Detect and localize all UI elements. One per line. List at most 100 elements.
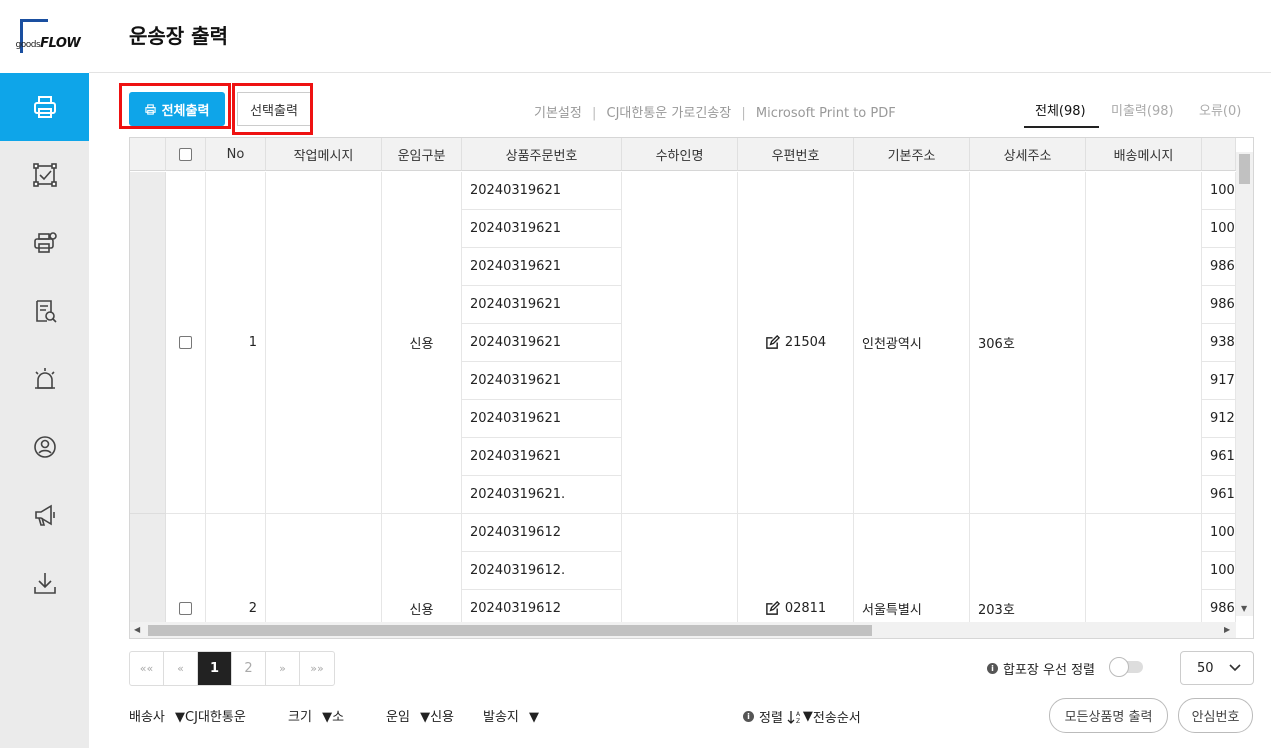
nav-alert[interactable] <box>0 345 89 413</box>
trailing-cell: 938 <box>1202 324 1236 362</box>
order-number-cell[interactable]: 20240319612. <box>462 552 622 590</box>
settings-default[interactable]: 기본설정 <box>534 106 582 121</box>
logo-mark: goodsFLOW <box>14 15 81 59</box>
download-icon <box>33 573 56 594</box>
bundle-priority-toggle[interactable] <box>1109 657 1145 677</box>
safe-number-button[interactable]: 안심번호 <box>1178 698 1253 733</box>
row-no: 1 <box>206 172 266 514</box>
page-2-button[interactable]: 2 <box>232 652 266 685</box>
bundle-priority-sort: i 합포장 우선 정렬 <box>987 659 1095 678</box>
order-number-cell[interactable]: 20240319621 <box>462 172 622 210</box>
nav-checklist[interactable] <box>0 141 89 209</box>
carrier-select[interactable]: 배송사 ▼CJ대한통운 <box>129 706 246 725</box>
vertical-scrollbar[interactable]: ▼ <box>1236 152 1253 616</box>
row-delivery-message <box>1086 172 1202 514</box>
header-fare-type[interactable]: 운임구분 <box>382 138 462 171</box>
order-number-cell[interactable]: 20240319621 <box>462 400 622 438</box>
row-fare: 신용 <box>382 514 462 628</box>
horizontal-scroll-thumb[interactable] <box>148 625 872 636</box>
header-divider <box>89 72 1271 73</box>
edit-icon[interactable] <box>765 601 780 616</box>
scroll-down-arrow[interactable]: ▼ <box>1241 604 1247 613</box>
page-last-button[interactable]: »» <box>300 652 334 685</box>
tab-error[interactable]: 오류(0) <box>1199 100 1241 119</box>
row-zipcode[interactable]: 21504 <box>738 172 854 514</box>
scroll-right-arrow[interactable]: ▶ <box>1224 625 1230 634</box>
settings-label-type[interactable]: CJ대한통운 가로긴송장 <box>607 106 732 121</box>
print-all-product-names-button[interactable]: 모든상품명 출력 <box>1049 698 1168 733</box>
page-1-button[interactable]: 1 <box>198 652 232 685</box>
order-number-cell[interactable]: 20240319621 <box>462 324 622 362</box>
carrier-value: CJ대한통운 <box>185 710 246 725</box>
trailing-cell: 100 <box>1202 172 1236 210</box>
info-icon[interactable]: i <box>987 663 998 674</box>
zipcode-value: 21504 <box>784 335 827 350</box>
header-zipcode[interactable]: 우편번호 <box>738 138 854 171</box>
order-number-cell[interactable]: 20240319621 <box>462 210 622 248</box>
highlight-print-selected <box>232 83 313 135</box>
row-checkbox[interactable] <box>179 602 192 615</box>
scroll-left-arrow[interactable]: ◀ <box>134 625 140 634</box>
tab-unprinted[interactable]: 미출력(98) <box>1111 100 1174 119</box>
page-size-select[interactable]: 50 <box>1180 651 1254 685</box>
order-number-cell[interactable]: 20240319621 <box>462 438 622 476</box>
header-delivery-message[interactable]: 배송메시지 <box>1086 138 1202 171</box>
header-base-address[interactable]: 기본주소 <box>854 138 970 171</box>
header-no[interactable]: No <box>206 138 266 171</box>
nav-announcements[interactable] <box>0 481 89 549</box>
header-work-message[interactable]: 작업메시지 <box>266 138 382 171</box>
edit-icon[interactable] <box>765 335 780 350</box>
order-number-cell[interactable]: 20240319621 <box>462 362 622 400</box>
order-number-cell[interactable]: 20240319621. <box>462 476 622 514</box>
sort-label: 정렬 <box>759 711 783 726</box>
header-recipient[interactable]: 수하인명 <box>622 138 738 171</box>
sort-control[interactable]: i 정렬 AZ ▼ 전송순서 <box>743 707 861 726</box>
size-select[interactable]: 크기 ▼소 <box>288 706 344 725</box>
sort-value: 전송순서 <box>812 711 861 726</box>
logo-big-text: FLOW <box>40 35 81 51</box>
horizontal-scrollbar[interactable]: ◀ ▶ <box>130 622 1236 638</box>
bundle-priority-label: 합포장 우선 정렬 <box>1003 663 1095 678</box>
nav-download[interactable] <box>0 549 89 617</box>
nav-account[interactable] <box>0 413 89 481</box>
header-order-number[interactable]: 상품주문번호 <box>462 138 622 171</box>
row-handle <box>130 514 166 628</box>
checkbox-frame-icon <box>32 163 57 187</box>
page-title: 운송장 출력 <box>129 24 228 48</box>
row-zipcode[interactable]: 02811 <box>738 514 854 628</box>
info-icon[interactable]: i <box>743 711 754 722</box>
trailing-cell: 100 <box>1202 552 1236 590</box>
header-detail-address[interactable]: 상세주소 <box>970 138 1086 171</box>
tab-all[interactable]: 전체(98) <box>1035 100 1086 119</box>
fare-label: 운임 <box>386 710 410 725</box>
nav-print-waybill[interactable] <box>0 73 89 141</box>
goodsflow-logo[interactable]: goodsFLOW <box>0 0 89 73</box>
nav-search-document[interactable] <box>0 277 89 345</box>
nav-printer-settings[interactable] <box>0 209 89 277</box>
order-number-cell[interactable]: 20240319621 <box>462 248 622 286</box>
order-number-cell[interactable]: 20240319621 <box>462 286 622 324</box>
pagination: «« « 1 2 » »» <box>129 651 335 686</box>
trailing-cell: 986 <box>1202 286 1236 324</box>
highlight-print-all <box>119 83 231 129</box>
settings-printer[interactable]: Microsoft Print to PDF <box>756 106 896 121</box>
print-settings-line[interactable]: 기본설정 | CJ대한통운 가로긴송장 | Microsoft Print to… <box>534 102 896 121</box>
vertical-scroll-thumb[interactable] <box>1239 154 1250 184</box>
sender-select[interactable]: 발송지 ▼ <box>483 706 539 725</box>
order-number-cell[interactable]: 20240319612 <box>462 514 622 552</box>
page-first-button[interactable]: «« <box>130 652 164 685</box>
fare-select[interactable]: 운임 ▼신용 <box>386 706 454 725</box>
dropdown-arrow-icon: ▼ <box>420 710 431 725</box>
header-select-all <box>166 138 206 171</box>
page-prev-button[interactable]: « <box>164 652 198 685</box>
page-next-button[interactable]: » <box>266 652 300 685</box>
row-work-message <box>266 172 382 514</box>
trailing-cell: 917 <box>1202 362 1236 400</box>
size-label: 크기 <box>288 710 312 725</box>
select-all-checkbox[interactable] <box>179 147 192 161</box>
sidebar: goodsFLOW <box>0 0 89 748</box>
separator: | <box>741 106 746 121</box>
row-checkbox[interactable] <box>179 336 192 349</box>
printer-icon <box>33 96 56 118</box>
document-search-icon <box>35 300 57 323</box>
